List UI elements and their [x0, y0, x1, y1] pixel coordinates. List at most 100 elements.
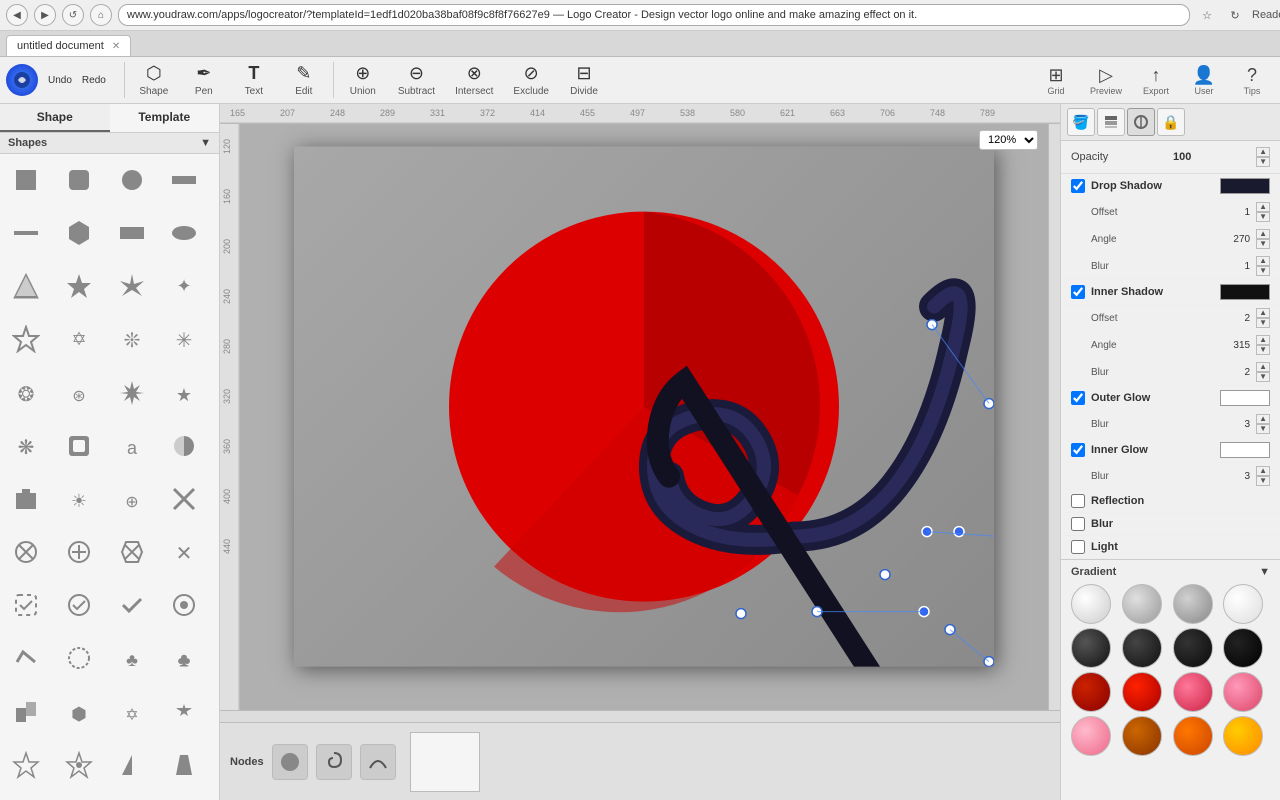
bookmark-button[interactable]: ☆: [1196, 4, 1218, 26]
list-item[interactable]: [59, 532, 99, 572]
text-tool-btn[interactable]: T Text: [229, 59, 279, 101]
list-item[interactable]: [6, 638, 46, 678]
gradient-swatch-5[interactable]: [1071, 628, 1111, 668]
inner-shadow-offset-spinner[interactable]: ▲▼: [1256, 308, 1270, 328]
grid-btn[interactable]: ⊞ Grid: [1034, 61, 1078, 100]
list-item[interactable]: [6, 532, 46, 572]
list-item[interactable]: [6, 213, 46, 253]
url-bar[interactable]: [118, 4, 1190, 26]
list-item[interactable]: ✦: [164, 266, 204, 306]
union-tool-btn[interactable]: ⊕ Union: [338, 59, 388, 101]
horizontal-scrollbar[interactable]: [220, 710, 1060, 722]
opacity-spinner[interactable]: ▲ ▼: [1256, 147, 1270, 167]
list-item[interactable]: [6, 479, 46, 519]
drop-shadow-blur-spinner[interactable]: ▲▼: [1256, 256, 1270, 276]
list-item[interactable]: [59, 745, 99, 785]
list-item[interactable]: ✡: [59, 319, 99, 359]
subtract-tool-btn[interactable]: ⊖ Subtract: [388, 59, 445, 101]
paint-bucket-btn[interactable]: 🪣: [1067, 108, 1095, 136]
list-item[interactable]: ☀: [59, 479, 99, 519]
inner-shadow-color[interactable]: [1220, 284, 1270, 300]
list-item[interactable]: [112, 373, 152, 413]
list-item[interactable]: [6, 160, 46, 200]
active-tab[interactable]: untitled document ✕: [6, 35, 131, 56]
list-item[interactable]: [164, 692, 204, 732]
drop-shadow-offset-spinner[interactable]: ▲▼: [1256, 202, 1270, 222]
drop-shadow-angle-spinner[interactable]: ▲▼: [1256, 229, 1270, 249]
list-item[interactable]: a: [112, 426, 152, 466]
list-item[interactable]: ⊕: [112, 479, 152, 519]
list-item[interactable]: ❋: [6, 426, 46, 466]
layers-btn[interactable]: [1097, 108, 1125, 136]
node-circle-tool[interactable]: [272, 744, 308, 780]
gradient-swatch-15[interactable]: [1173, 716, 1213, 756]
shapes-dropdown-icon[interactable]: ▼: [200, 137, 211, 149]
list-item[interactable]: [164, 160, 204, 200]
redo-button[interactable]: Redo: [78, 73, 110, 88]
pen-tool-btn[interactable]: ✒ Pen: [179, 59, 229, 101]
drop-shadow-color[interactable]: [1220, 178, 1270, 194]
gradient-swatch-10[interactable]: [1122, 672, 1162, 712]
gradient-swatch-14[interactable]: [1122, 716, 1162, 756]
light-checkbox[interactable]: [1071, 540, 1085, 554]
list-item[interactable]: ✳: [164, 319, 204, 359]
list-item[interactable]: [164, 213, 204, 253]
canvas-content[interactable]: 120% 100% 150% 200%: [240, 124, 1048, 710]
forward-button[interactable]: ▶: [34, 4, 56, 26]
list-item[interactable]: [6, 692, 46, 732]
drop-shadow-checkbox[interactable]: [1071, 179, 1085, 193]
edit-tool-btn[interactable]: ✎ Edit: [279, 59, 329, 101]
list-item[interactable]: ✡: [112, 692, 152, 732]
outer-glow-blur-spinner[interactable]: ▲▼: [1256, 414, 1270, 434]
gradient-swatch-4[interactable]: [1223, 584, 1263, 624]
export-btn[interactable]: ↑ Export: [1134, 61, 1178, 100]
back-button[interactable]: ◀: [6, 4, 28, 26]
outer-glow-color[interactable]: [1220, 390, 1270, 406]
gradient-swatch-1[interactable]: [1071, 584, 1111, 624]
node-curve-tool[interactable]: [360, 744, 396, 780]
list-item[interactable]: ❊: [112, 319, 152, 359]
gradient-swatch-11[interactable]: [1173, 672, 1213, 712]
vertical-scrollbar[interactable]: [1048, 124, 1060, 710]
reload-button[interactable]: ↺: [62, 4, 84, 26]
tab-template[interactable]: Template: [110, 104, 220, 132]
blur-checkbox[interactable]: [1071, 517, 1085, 531]
effects-btn[interactable]: [1127, 108, 1155, 136]
list-item[interactable]: [112, 266, 152, 306]
list-item[interactable]: ⬢: [59, 692, 99, 732]
list-item[interactable]: [59, 266, 99, 306]
intersect-tool-btn[interactable]: ⊗ Intersect: [445, 59, 503, 101]
list-item[interactable]: [6, 745, 46, 785]
home-button[interactable]: ⌂: [90, 4, 112, 26]
gradient-swatch-9[interactable]: [1071, 672, 1111, 712]
outer-glow-checkbox[interactable]: [1071, 391, 1085, 405]
inner-shadow-blur-spinner[interactable]: ▲▼: [1256, 362, 1270, 382]
exclude-tool-btn[interactable]: ⊘ Exclude: [503, 59, 559, 101]
list-item[interactable]: [6, 266, 46, 306]
reflection-checkbox[interactable]: [1071, 494, 1085, 508]
list-item[interactable]: ♣: [164, 638, 204, 678]
list-item[interactable]: [164, 585, 204, 625]
inner-shadow-checkbox[interactable]: [1071, 285, 1085, 299]
reader-button[interactable]: Reader: [1252, 4, 1274, 26]
gradient-swatch-7[interactable]: [1173, 628, 1213, 668]
inner-shadow-angle-spinner[interactable]: ▲▼: [1256, 335, 1270, 355]
divide-tool-btn[interactable]: ⊟ Divide: [559, 59, 609, 101]
list-item[interactable]: [112, 532, 152, 572]
list-item[interactable]: ✕: [164, 532, 204, 572]
undo-button[interactable]: Undo: [44, 73, 76, 88]
zoom-select[interactable]: 120% 100% 150% 200%: [979, 130, 1038, 150]
list-item[interactable]: ⊛: [59, 373, 99, 413]
list-item[interactable]: [164, 479, 204, 519]
gradient-swatch-3[interactable]: [1173, 584, 1213, 624]
list-item[interactable]: [164, 745, 204, 785]
list-item[interactable]: [59, 213, 99, 253]
node-spiral-tool[interactable]: [316, 744, 352, 780]
list-item[interactable]: [6, 319, 46, 359]
inner-glow-color[interactable]: [1220, 442, 1270, 458]
refresh-button[interactable]: ↻: [1224, 4, 1246, 26]
list-item[interactable]: [112, 213, 152, 253]
gradient-swatch-16[interactable]: [1223, 716, 1263, 756]
gradient-swatch-8[interactable]: [1223, 628, 1263, 668]
user-btn[interactable]: 👤 User: [1182, 61, 1226, 100]
